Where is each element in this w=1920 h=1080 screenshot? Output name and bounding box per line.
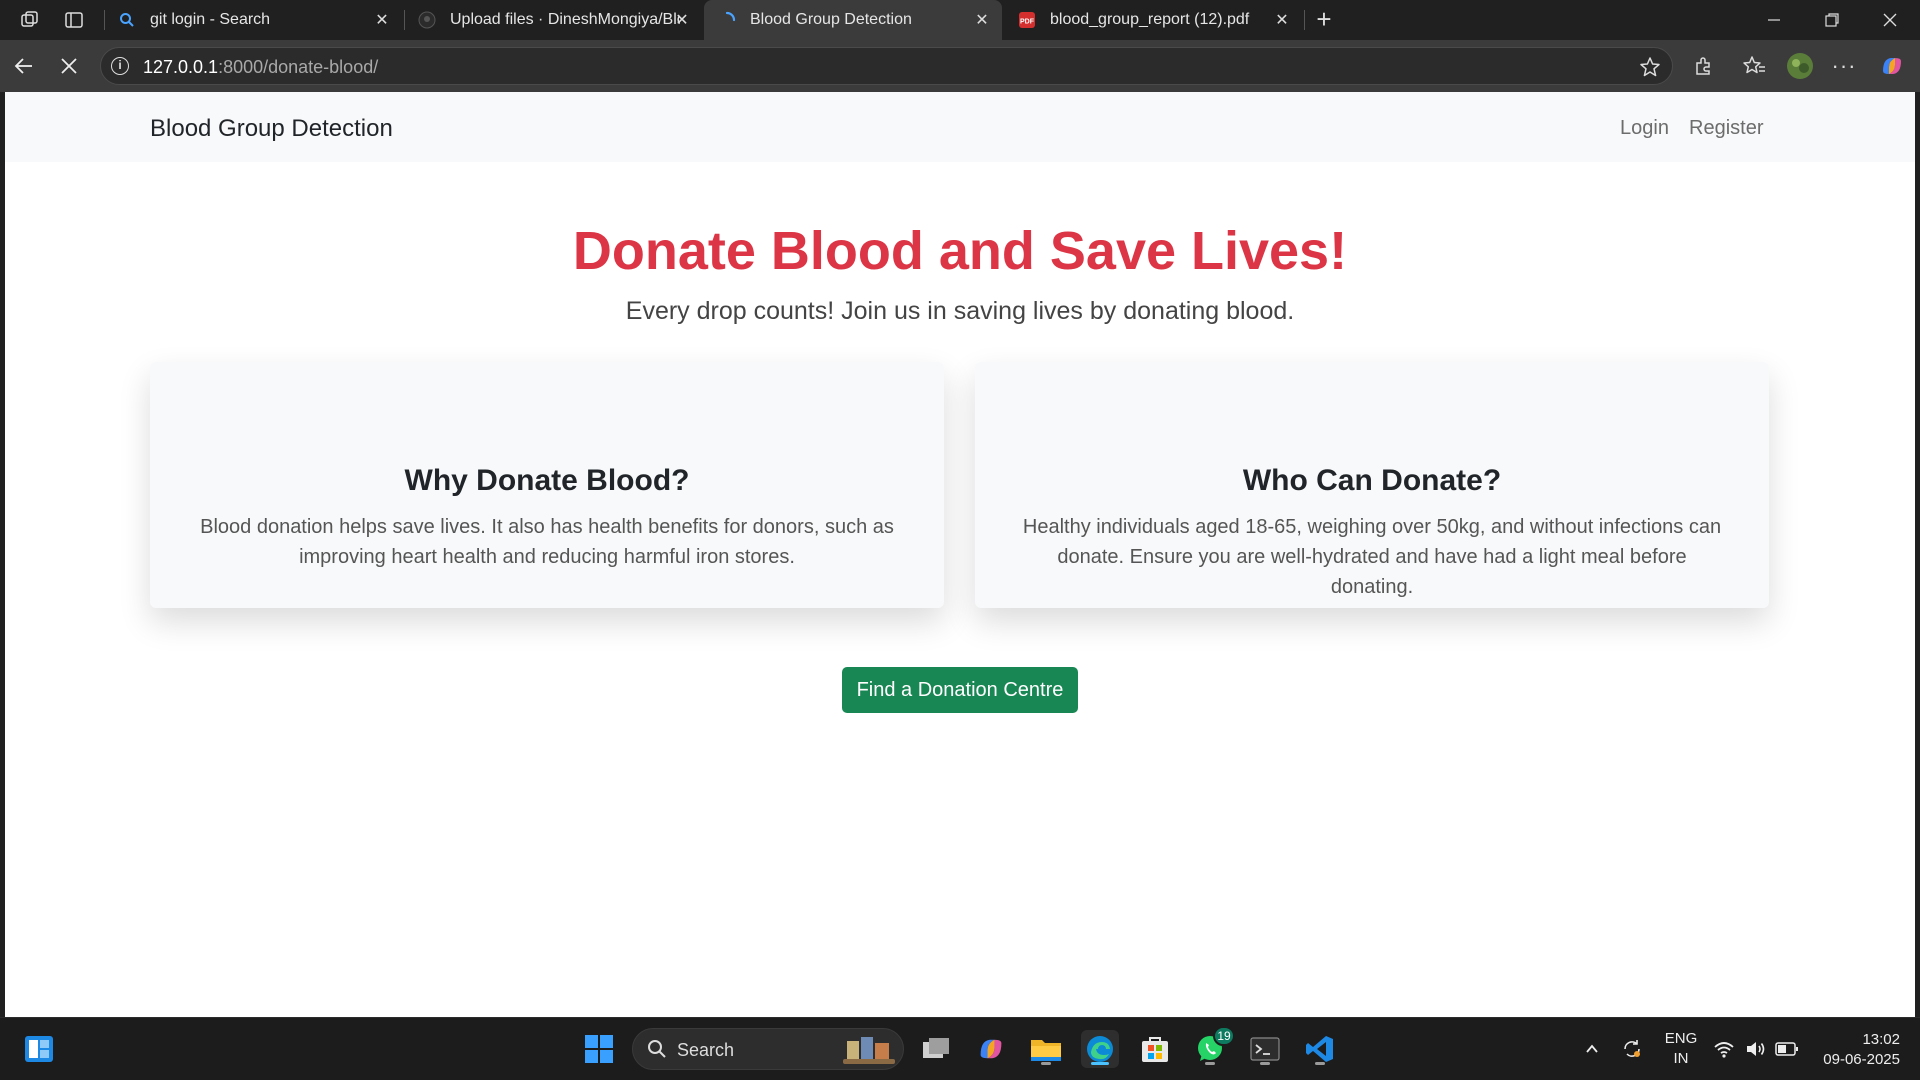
address-bar[interactable]: i 127.0.0.1:8000/donate-blood/ xyxy=(100,47,1673,85)
tab-title: Upload files · DineshMongiya/Blo xyxy=(450,11,680,28)
svg-text:PDF: PDF xyxy=(1020,19,1035,26)
site-navbar: Blood Group Detection Login Register xyxy=(5,92,1915,162)
tab-title: blood_group_report (12).pdf xyxy=(1050,11,1250,28)
region-code: IN xyxy=(1673,1050,1689,1067)
url-path: :8000/donate-blood/ xyxy=(218,57,379,77)
copilot-app-icon[interactable] xyxy=(972,1030,1010,1068)
tab-blood-group-detection[interactable]: Blood Group Detection ✕ xyxy=(704,0,1002,40)
whatsapp-icon[interactable]: 19 xyxy=(1191,1026,1235,1068)
running-indicator xyxy=(1260,1062,1270,1065)
card-title: Who Can Donate? xyxy=(1242,464,1502,497)
close-window-button[interactable] xyxy=(1862,0,1918,40)
search-label: Search xyxy=(677,1040,735,1060)
vscode-icon[interactable] xyxy=(1301,1030,1339,1068)
page-viewport: Blood Group Detection Login Register Don… xyxy=(5,92,1915,1017)
restore-button[interactable] xyxy=(1804,0,1860,40)
loading-spinner-icon xyxy=(718,11,736,29)
notification-badge: 19 xyxy=(1213,1026,1235,1046)
close-tab-icon[interactable]: ✕ xyxy=(372,10,392,30)
running-indicator xyxy=(1041,1062,1051,1065)
card-text: Blood donation helps save lives. It also… xyxy=(200,516,894,568)
card-why-donate: Why Donate Blood? Blood donation helps s… xyxy=(150,362,944,608)
file-explorer-icon[interactable] xyxy=(1027,1030,1065,1068)
windows-taskbar: Search 19 ENG IN 13:02 09-06-2025 xyxy=(0,1017,1920,1080)
more-menu-icon[interactable]: ··· xyxy=(1830,52,1858,80)
copilot-icon[interactable] xyxy=(1878,52,1906,80)
favorite-star-icon[interactable] xyxy=(1638,55,1662,79)
volume-icon[interactable] xyxy=(1739,1030,1773,1068)
show-hidden-icons-chevron[interactable] xyxy=(1574,1030,1610,1068)
profile-avatar[interactable] xyxy=(1786,52,1814,80)
site-info-icon[interactable]: i xyxy=(111,57,129,75)
close-tab-icon[interactable]: ✕ xyxy=(972,10,992,30)
widgets-icon[interactable] xyxy=(20,1030,58,1068)
clock[interactable]: 13:02 09-06-2025 xyxy=(1810,1030,1900,1070)
input-language[interactable]: ENG IN xyxy=(1664,1029,1698,1069)
clock-date: 09-06-2025 xyxy=(1823,1051,1900,1068)
wifi-icon[interactable] xyxy=(1707,1030,1741,1068)
language-code: ENG xyxy=(1664,1030,1698,1047)
site-brand[interactable]: Blood Group Detection xyxy=(150,115,393,143)
find-donation-centre-button[interactable]: Find a Donation Centre xyxy=(842,667,1078,713)
favorites-icon[interactable] xyxy=(1740,52,1768,80)
card-who-can-donate: Who Can Donate? Healthy individuals aged… xyxy=(975,362,1769,608)
terminal-icon[interactable] xyxy=(1246,1030,1284,1068)
taskbar-search-box[interactable]: Search xyxy=(632,1028,904,1070)
edge-browser-icon[interactable] xyxy=(1081,1030,1119,1068)
nav-login-link[interactable]: Login xyxy=(1620,117,1669,140)
address-url[interactable]: 127.0.0.1:8000/donate-blood/ xyxy=(143,57,378,78)
tab-title: git login - Search xyxy=(150,11,271,28)
hero-subtitle: Every drop counts! Join us in saving liv… xyxy=(625,297,1295,325)
pdf-icon: PDF xyxy=(1018,11,1036,29)
running-indicator xyxy=(1315,1062,1325,1065)
active-indicator xyxy=(1091,1062,1109,1065)
tab-pdf-report[interactable]: PDF blood_group_report (12).pdf ✕ xyxy=(1004,0,1302,40)
browser-titlebar: git login - Search ✕ Upload files · Dine… xyxy=(0,0,1920,40)
vertical-tabs-icon[interactable] xyxy=(62,8,86,32)
card-text: Healthy individuals aged 18-65, weighing… xyxy=(1022,516,1722,598)
workspaces-icon[interactable] xyxy=(18,8,42,32)
tab-title: Blood Group Detection xyxy=(750,11,912,28)
search-icon xyxy=(118,11,136,29)
close-tab-icon[interactable]: ✕ xyxy=(672,10,692,30)
task-view-icon[interactable] xyxy=(917,1030,955,1068)
new-tab-button[interactable]: + xyxy=(1310,6,1338,34)
tab-git-login-search[interactable]: git login - Search ✕ xyxy=(104,0,402,40)
search-highlight-icon xyxy=(843,1035,899,1070)
start-button[interactable] xyxy=(580,1030,618,1068)
hero-title: Donate Blood and Save Lives! xyxy=(572,221,1348,281)
github-icon xyxy=(418,11,436,29)
back-button[interactable] xyxy=(10,52,38,80)
minimize-button[interactable] xyxy=(1746,0,1802,40)
running-indicator xyxy=(1205,1062,1215,1065)
browser-toolbar: i 127.0.0.1:8000/donate-blood/ ··· xyxy=(0,40,1920,92)
sync-icon[interactable] xyxy=(1614,1030,1650,1068)
microsoft-store-icon[interactable] xyxy=(1136,1030,1174,1068)
tab-upload-files[interactable]: Upload files · DineshMongiya/Blo ✕ xyxy=(404,0,702,40)
close-tab-icon[interactable]: ✕ xyxy=(1272,10,1292,30)
nav-register-link[interactable]: Register xyxy=(1689,117,1763,140)
tab-separator xyxy=(1304,10,1305,30)
clock-time: 13:02 xyxy=(1862,1031,1900,1048)
stop-loading-button[interactable] xyxy=(55,52,83,80)
extensions-icon[interactable] xyxy=(1690,52,1718,80)
battery-icon[interactable] xyxy=(1770,1030,1804,1068)
search-icon xyxy=(647,1039,667,1064)
card-title: Why Donate Blood? xyxy=(404,464,690,497)
url-host: 127.0.0.1 xyxy=(143,57,219,77)
